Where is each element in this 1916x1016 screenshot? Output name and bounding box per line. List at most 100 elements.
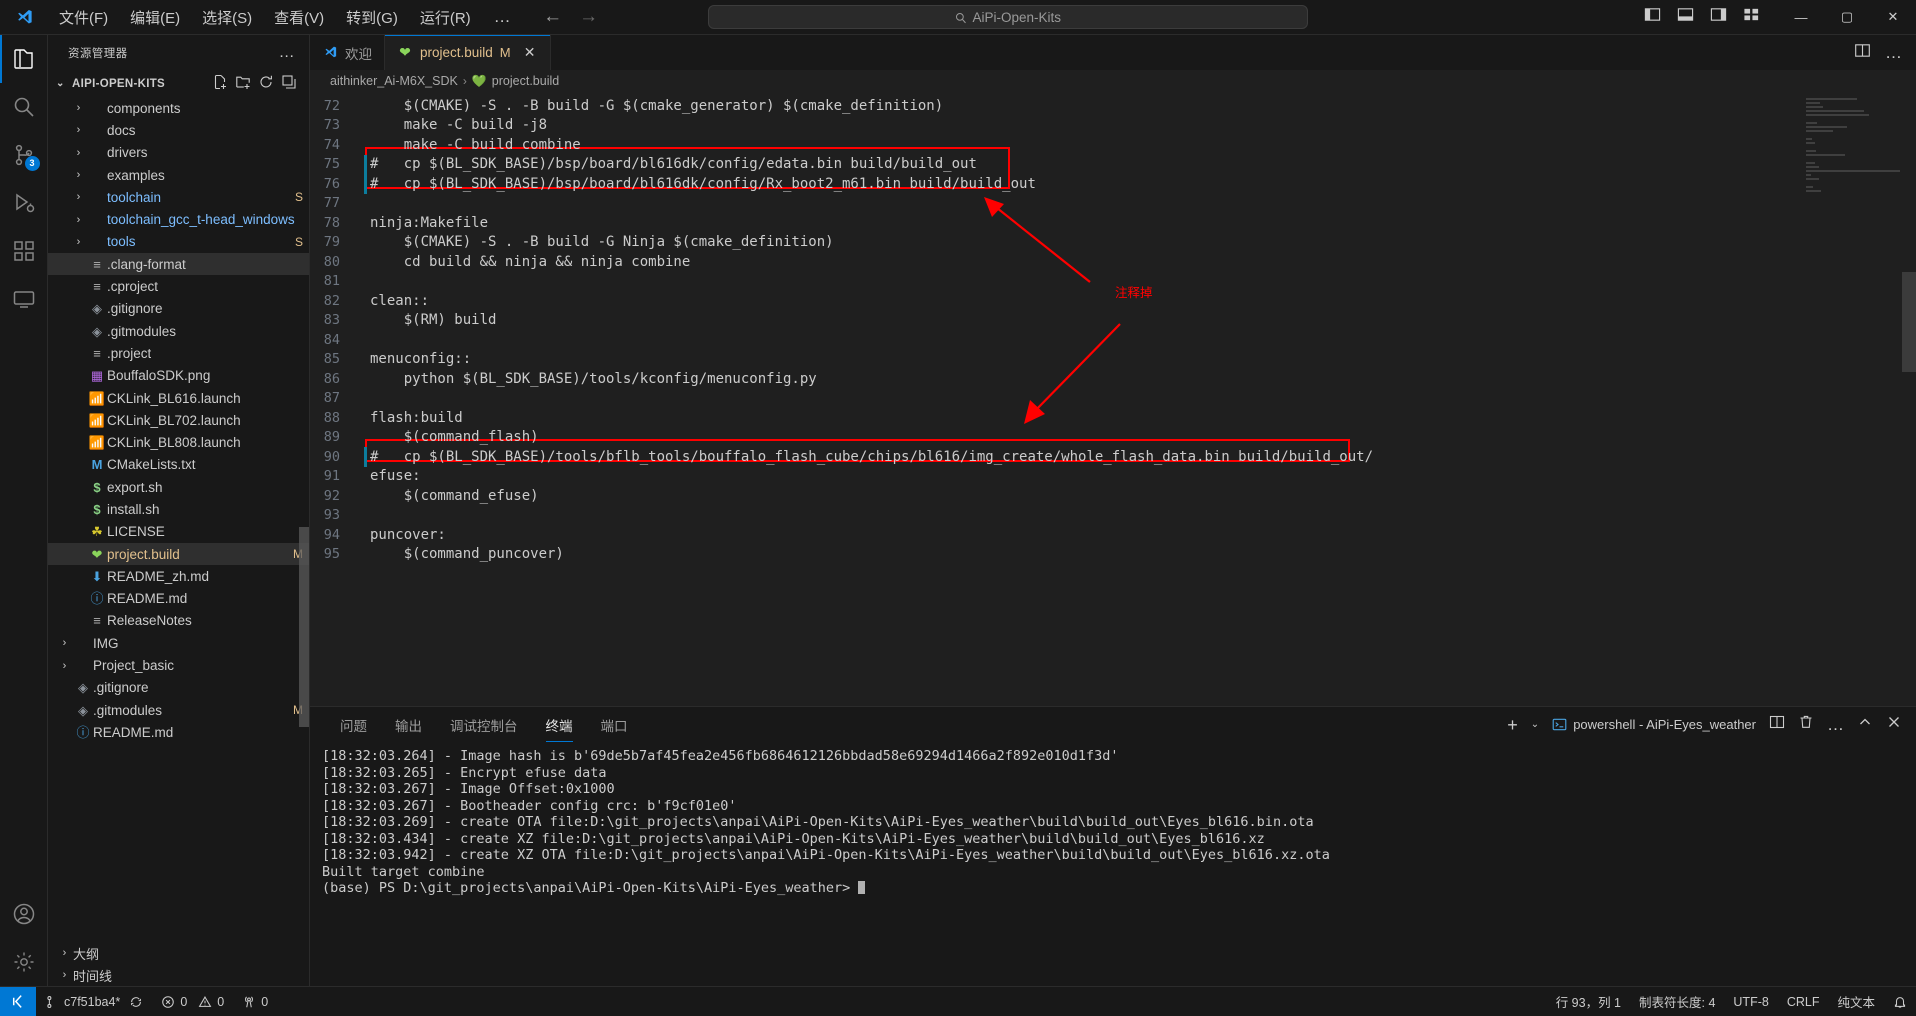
tree-item[interactable]: › components (48, 97, 309, 119)
status-ports[interactable]: 0 (233, 987, 277, 1016)
status-encoding[interactable]: UTF-8 (1724, 987, 1777, 1016)
explorer-section-header[interactable]: ⌄ AIPI-OPEN-KITS (48, 70, 309, 97)
editor-more-actions-icon[interactable]: … (1885, 43, 1902, 63)
tree-item[interactable]: › Project_basic (48, 654, 309, 676)
code-line[interactable]: 90 # cp $(BL_SDK_BASE)/tools/bflb_tools/b… (310, 447, 1916, 467)
code-line[interactable]: 91 efuse: (310, 467, 1916, 487)
quick-search-input[interactable]: AiPi-Open-Kits (707, 5, 1308, 29)
code-line[interactable]: 87 (310, 389, 1916, 409)
tree-item[interactable]: ≡ ReleaseNotes (48, 610, 309, 632)
activity-source-control[interactable]: 3 (0, 131, 48, 179)
tree-item[interactable]: › drivers (48, 142, 309, 164)
tree-item[interactable]: $ export.sh (48, 476, 309, 498)
code-line[interactable]: 83 $(RM) build (310, 311, 1916, 331)
tree-item[interactable]: ⓘ README.md (48, 588, 309, 610)
refresh-icon[interactable] (258, 74, 274, 93)
menu-selection[interactable]: 选择(S) (191, 3, 263, 32)
breadcrumb-file[interactable]: project.build (492, 74, 559, 88)
toggle-panel-icon[interactable] (1677, 6, 1694, 28)
breadcrumb-folder[interactable]: aithinker_Ai-M6X_SDK (330, 74, 458, 88)
arrow-left-icon[interactable]: ← (542, 6, 564, 28)
code-editor[interactable]: 注释掉 72 $(CMAKE) -S . -B build -G $(cmake… (310, 92, 1916, 706)
timeline-section[interactable]: › 时间线 (48, 964, 309, 986)
tree-item[interactable]: › toolchain_gcc_t-head_windows (48, 208, 309, 230)
editor-tab[interactable]: ❤ project.build M ✕ (385, 35, 551, 70)
close-button[interactable]: ✕ (1870, 0, 1916, 35)
code-line[interactable]: 94 puncover: (310, 525, 1916, 545)
panel-tab[interactable]: 输出 (385, 707, 432, 742)
activity-extensions[interactable] (0, 227, 48, 275)
chevron-down-icon[interactable]: ⌄ (1531, 719, 1539, 730)
status-notifications[interactable] (1884, 987, 1916, 1016)
tree-item[interactable]: ◈ .gitmodules M (48, 699, 309, 721)
code-line[interactable]: 75 # cp $(BL_SDK_BASE)/bsp/board/bl616dk/… (310, 154, 1916, 174)
tree-item[interactable]: 📶 CKLink_BL702.launch (48, 409, 309, 431)
maximize-button[interactable]: ▢ (1824, 0, 1870, 35)
tree-item[interactable]: › docs (48, 119, 309, 141)
status-cursor-position[interactable]: 行 93，列 1 (1547, 987, 1630, 1016)
activity-search[interactable] (0, 83, 48, 131)
new-folder-icon[interactable] (235, 74, 251, 93)
code-line[interactable]: 88 flash:build (310, 408, 1916, 428)
status-eol[interactable]: CRLF (1778, 987, 1829, 1016)
tree-item[interactable]: ◈ .gitignore (48, 298, 309, 320)
code-line[interactable]: 78 ninja:Makefile (310, 213, 1916, 233)
code-line[interactable]: 81 (310, 272, 1916, 292)
code-line[interactable]: 72 $(CMAKE) -S . -B build -G $(cmake_gen… (310, 96, 1916, 116)
status-branch[interactable]: c7f51ba4* (36, 987, 152, 1016)
status-language-mode[interactable]: 纯文本 (1828, 987, 1884, 1016)
menu-more-icon[interactable]: … (482, 7, 524, 27)
remote-window-button[interactable] (0, 986, 36, 1016)
tree-item[interactable]: 📶 CKLink_BL616.launch (48, 387, 309, 409)
sidebar-more-icon[interactable]: … (273, 44, 301, 62)
tree-item[interactable]: ▦ BouffaloSDK.png (48, 365, 309, 387)
panel-more-icon[interactable]: … (1827, 715, 1844, 735)
code-line[interactable]: 95 $(command_puncover) (310, 545, 1916, 565)
collapse-all-icon[interactable] (281, 74, 297, 93)
close-panel-icon[interactable] (1886, 714, 1902, 735)
close-icon[interactable]: ✕ (522, 44, 538, 61)
tree-item[interactable]: 📶 CKLink_BL808.launch (48, 431, 309, 453)
code-line[interactable]: 77 (310, 194, 1916, 214)
status-problems[interactable]: 0 0 (152, 987, 233, 1016)
menu-go[interactable]: 转到(G) (335, 3, 409, 32)
code-line[interactable]: 79 $(CMAKE) -S . -B build -G Ninja $(cma… (310, 233, 1916, 253)
code-content[interactable]: 注释掉 72 $(CMAKE) -S . -B build -G $(cmake… (310, 92, 1916, 706)
tree-item[interactable]: ≡ .project (48, 342, 309, 364)
code-line[interactable]: 76 # cp $(BL_SDK_BASE)/bsp/board/bl616dk/… (310, 174, 1916, 194)
tree-item[interactable]: › toolchain S (48, 186, 309, 208)
code-line[interactable]: 74 make -C build combine (310, 135, 1916, 155)
tree-item[interactable]: ☘ LICENSE (48, 521, 309, 543)
split-editor-icon[interactable] (1854, 42, 1871, 64)
panel-tab[interactable]: 调试控制台 (440, 707, 528, 742)
tree-item[interactable]: ⓘ README.md (48, 721, 309, 743)
status-indentation[interactable]: 制表符长度: 4 (1630, 987, 1724, 1016)
maximize-panel-icon[interactable] (1857, 714, 1873, 735)
new-terminal-icon[interactable]: + (1507, 716, 1518, 734)
editor-scrollbar[interactable] (1902, 272, 1916, 372)
menu-edit[interactable]: 编辑(E) (119, 3, 191, 32)
tree-item[interactable]: › IMG (48, 632, 309, 654)
panel-tab[interactable]: 终端 (536, 707, 583, 742)
tree-item[interactable]: ≡ .clang-format (48, 253, 309, 276)
customize-layout-icon[interactable] (1743, 6, 1760, 28)
code-line[interactable]: 73 make -C build -j8 (310, 116, 1916, 136)
activity-accounts[interactable] (0, 890, 48, 938)
code-line[interactable]: 85 menuconfig:: (310, 350, 1916, 370)
code-line[interactable]: 80 cd build && ninja && ninja combine (310, 252, 1916, 272)
code-line[interactable]: 86 python $(BL_SDK_BASE)/tools/kconfig/m… (310, 369, 1916, 389)
panel-tab[interactable]: 端口 (591, 707, 638, 742)
file-tree[interactable]: › components › docs › drivers › examples › toolch… (48, 97, 309, 942)
editor-tab[interactable]: 欢迎 (310, 35, 385, 70)
tree-item[interactable]: ≡ .cproject (48, 275, 309, 297)
tree-item[interactable]: $ install.sh (48, 498, 309, 520)
activity-explorer[interactable] (0, 35, 48, 83)
minimap[interactable] (1802, 92, 1902, 706)
split-terminal-icon[interactable] (1769, 714, 1785, 735)
tree-item[interactable]: › tools S (48, 231, 309, 253)
tree-item[interactable]: › examples (48, 164, 309, 186)
sidebar-scrollbar[interactable] (299, 527, 309, 727)
menu-view[interactable]: 查看(V) (263, 3, 335, 32)
code-line[interactable]: 82 clean:: (310, 291, 1916, 311)
outline-section[interactable]: › 大纲 (48, 942, 309, 964)
